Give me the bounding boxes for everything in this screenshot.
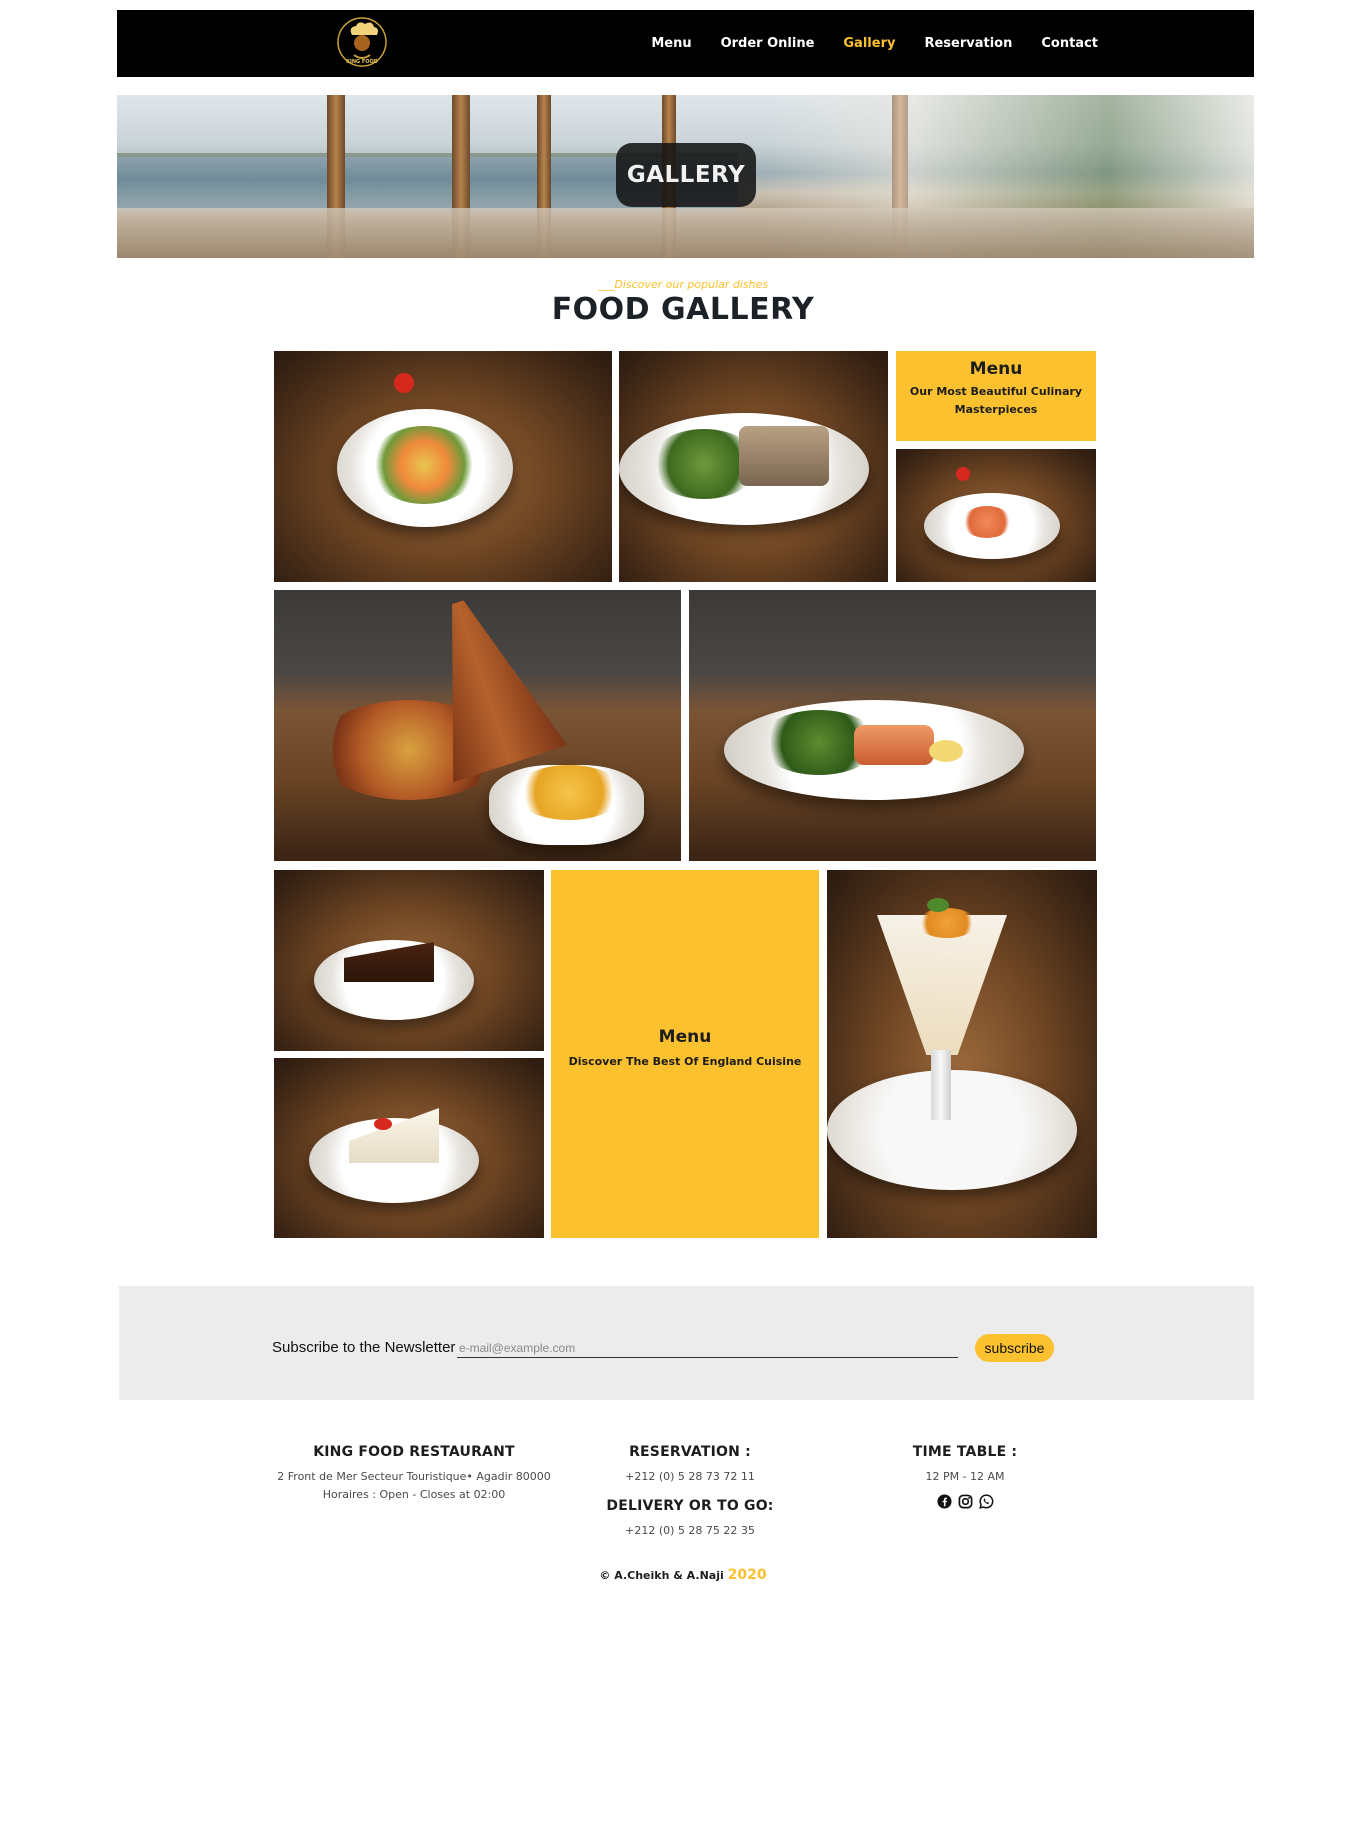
fries-food: [514, 765, 624, 820]
doily-plate: [827, 1070, 1077, 1190]
menu-card-1-subtitle: Our Most Beautiful Culinary Masterpieces: [909, 385, 1083, 416]
menu-card-2[interactable]: Menu Discover The Best Of England Cuisin…: [551, 870, 819, 1238]
main-nav: Menu Order Online Gallery Reservation Co…: [651, 10, 1098, 77]
delivery-title: DELIVERY OR TO GO:: [606, 1498, 774, 1514]
footer-hours: Horaires : Open - Closes at 02:00: [322, 1488, 506, 1501]
instagram-icon[interactable]: [958, 1494, 973, 1509]
king-food-logo[interactable]: KING FOOD: [335, 15, 389, 69]
salmon-food: [854, 725, 934, 765]
menu-card-2-subtitle: Discover The Best Of England Cuisine: [568, 1055, 802, 1068]
footer-contact: RESERVATION : +212 (0) 5 28 73 72 11 DEL…: [590, 1444, 790, 1540]
menu-card-1-title: Menu: [969, 359, 1023, 379]
logo-text: KING FOOD: [346, 59, 378, 65]
gallery-photo-salmon-vegetables[interactable]: [689, 590, 1096, 861]
salad-food: [369, 426, 479, 504]
hero-banner: GALLERY: [117, 95, 1254, 258]
sauce-food: [929, 740, 963, 762]
reservation-title: RESERVATION :: [629, 1444, 751, 1460]
chef-logo-icon: KING FOOD: [337, 17, 387, 67]
gallery-photo-salmon[interactable]: [896, 449, 1096, 582]
gallery-photo-chocolate-cake[interactable]: [274, 870, 544, 1051]
tomato: [394, 373, 414, 393]
timetable-hours: 12 PM - 12 AM: [925, 1470, 1005, 1483]
subscribe-button[interactable]: subscribe: [975, 1334, 1054, 1362]
newsletter-email-input[interactable]: [457, 1339, 958, 1358]
newsletter-label: Subscribe to the Newsletter: [272, 1339, 456, 1356]
newsletter-section: Subscribe to the Newsletter subscribe: [119, 1286, 1254, 1400]
page: KING FOOD Menu Order Online Gallery Rese…: [0, 0, 1366, 1836]
section-kicker: ___Discover our popular dishes: [597, 278, 769, 291]
reservation-phone[interactable]: +212 (0) 5 28 73 72 11: [590, 1468, 790, 1486]
menu-card-2-title: Menu: [658, 1027, 712, 1047]
menu-card-1[interactable]: Menu Our Most Beautiful Culinary Masterp…: [896, 351, 1096, 441]
gallery-photo-cheesecake[interactable]: [274, 1058, 544, 1238]
sauce-dot: [374, 1118, 392, 1130]
mint-leaf: [927, 898, 949, 912]
fish-food: [739, 426, 829, 486]
whatsapp-icon[interactable]: [978, 1494, 994, 1509]
footer-address: 2 Front de Mer Secteur Touristique• Agad…: [277, 1470, 551, 1483]
navbar: KING FOOD Menu Order Online Gallery Rese…: [117, 10, 1254, 77]
nav-order-online[interactable]: Order Online: [721, 36, 815, 51]
glass-stem: [931, 1050, 951, 1120]
gallery-photo-fish-salad[interactable]: [619, 351, 888, 582]
nav-reservation[interactable]: Reservation: [924, 36, 1012, 51]
nav-menu[interactable]: Menu: [651, 36, 691, 51]
footer-restaurant-title: KING FOOD RESTAURANT: [313, 1444, 515, 1460]
hero-title: GALLERY: [616, 143, 756, 207]
nav-contact[interactable]: Contact: [1041, 36, 1098, 51]
social-links: [880, 1494, 1050, 1509]
caramel-topping: [917, 908, 977, 938]
hero-floor: [117, 208, 1254, 258]
section-title: FOOD GALLERY: [551, 292, 815, 327]
copyright-text: © A.Cheikh & A.Naji: [599, 1569, 724, 1582]
footer-restaurant: KING FOOD RESTAURANT 2 Front de Mer Sect…: [270, 1444, 558, 1504]
delivery-phone[interactable]: +212 (0) 5 28 75 22 35: [590, 1522, 790, 1540]
facebook-icon[interactable]: [936, 1494, 952, 1509]
gallery-photo-salad[interactable]: [274, 351, 612, 582]
copyright-year: 2020: [727, 1567, 767, 1583]
nav-gallery[interactable]: Gallery: [843, 36, 895, 51]
salmon-food: [962, 506, 1012, 538]
footer-timetable: TIME TABLE : 12 PM - 12 AM: [880, 1444, 1050, 1509]
tomato: [956, 467, 970, 481]
timetable-title: TIME TABLE :: [912, 1444, 1018, 1460]
gallery-photo-ice-cream[interactable]: [827, 870, 1097, 1238]
gallery-photo-tajine[interactable]: [274, 590, 681, 861]
copyright: © A.Cheikh & A.Naji 2020: [0, 1567, 1366, 1583]
